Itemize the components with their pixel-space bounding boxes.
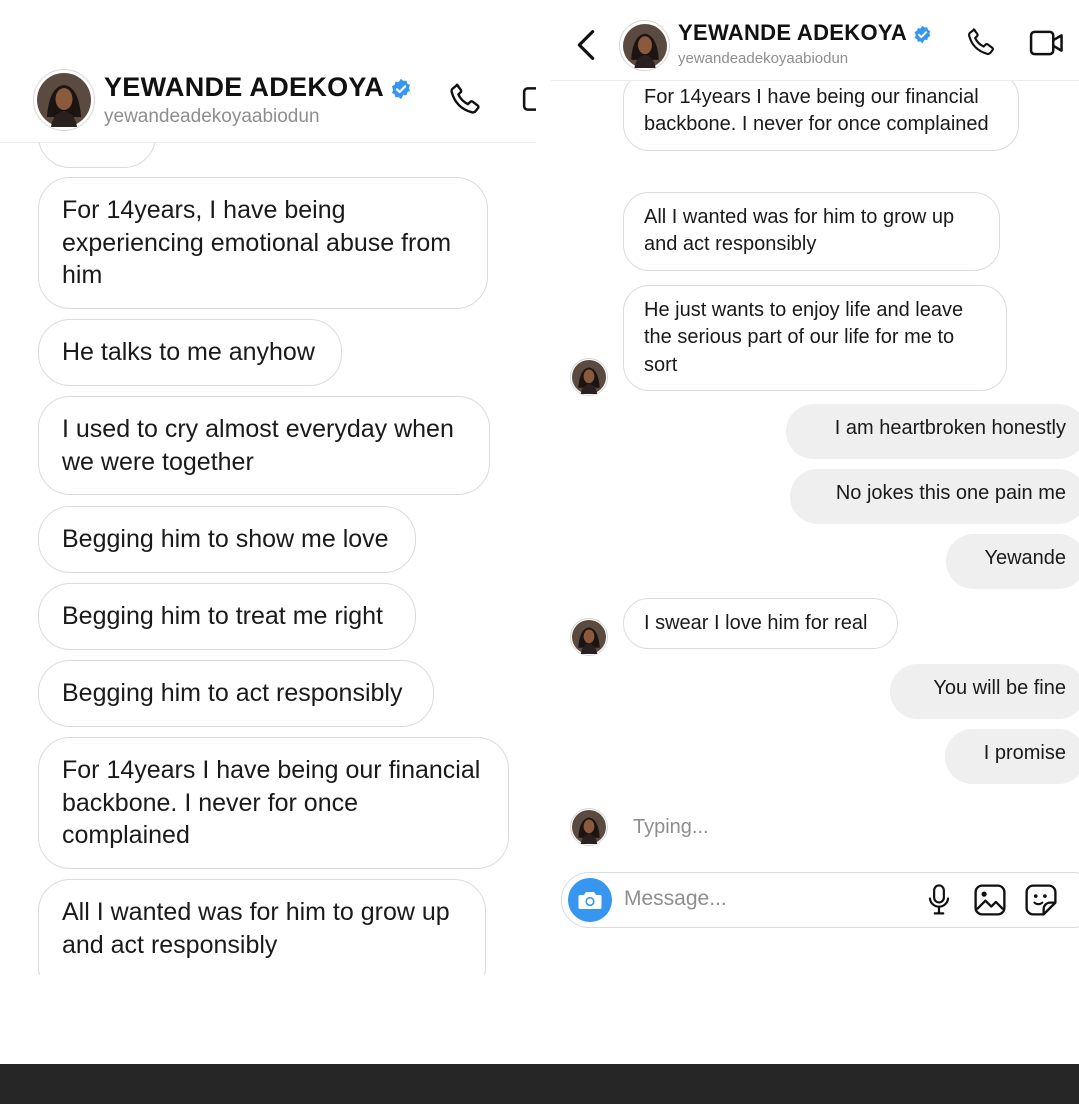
message-input[interactable]: Message... — [624, 887, 727, 911]
microphone-icon[interactable] — [926, 883, 952, 917]
right-chat-screenshot: YEWANDE ADEKOYA yewandeadekoyaabiodun Fo… — [551, 0, 1079, 960]
message-bubble-incoming: I swear I love him for real — [623, 598, 898, 650]
message-bubble: He talks to me anyhow — [38, 319, 342, 386]
message-bubble-incoming: All I wanted was for him to grow up and … — [623, 192, 1000, 271]
message-bubble: All I wanted was for him to grow up and … — [38, 879, 486, 975]
message-bubble: Begging him to show me love — [38, 506, 416, 573]
sticker-icon[interactable] — [1024, 883, 1058, 917]
chat-header: YEWANDE ADEKOYA yewandeadekoyaabiodun — [0, 0, 536, 143]
message-bubble-incoming: For 14years I have being our financial b… — [623, 72, 1019, 151]
sender-avatar — [570, 358, 608, 396]
camera-button[interactable] — [568, 878, 612, 922]
profile-photo-icon — [572, 810, 606, 844]
message-bubble-outgoing: You will be fine — [890, 664, 1079, 719]
video-camera-icon[interactable] — [521, 82, 536, 116]
verified-badge-icon — [914, 25, 931, 43]
message-bubble-outgoing: Yewande — [946, 534, 1079, 589]
profile-photo-icon — [572, 360, 606, 394]
contact-username: yewandeadekoyaabiodun — [104, 106, 320, 127]
message-bubble-outgoing: No jokes this one pain me — [790, 469, 1079, 524]
contact-username: yewandeadekoyaabiodun — [678, 50, 849, 67]
phone-icon[interactable] — [965, 26, 997, 58]
message-bubble: Begging him to act responsibly — [38, 660, 434, 727]
sender-avatar — [570, 808, 608, 846]
contact-name[interactable]: YEWANDE ADEKOYA — [104, 72, 384, 102]
message-bubble: For 14years I have being our financial b… — [38, 737, 509, 869]
image-icon[interactable] — [973, 883, 1007, 917]
message-bubble: For 14years, I have being experiencing e… — [38, 177, 488, 309]
profile-photo-icon — [37, 73, 91, 127]
profile-photo-icon — [572, 620, 606, 654]
message-bubble-incoming: He just wants to enjoy life and leave th… — [623, 285, 1007, 392]
avatar[interactable] — [33, 69, 95, 131]
message-bubble-outgoing: I promise — [945, 729, 1079, 784]
message-bubble: Begging him to treat me right — [38, 583, 416, 650]
phone-icon[interactable] — [447, 81, 483, 117]
typing-indicator: Typing... — [633, 816, 709, 838]
footer-bar — [0, 1064, 1079, 1104]
message-bubble: I used to cry almost everyday when we we… — [38, 396, 490, 495]
avatar[interactable] — [619, 20, 670, 71]
left-chat-screenshot: YEWANDE ADEKOYA yewandeadekoyaabiodun Fo… — [0, 0, 536, 975]
message-bubble-outgoing: I am heartbroken honestly — [786, 404, 1079, 459]
sender-avatar — [570, 618, 608, 656]
chevron-left-icon[interactable] — [575, 29, 597, 61]
profile-photo-icon — [622, 23, 667, 68]
video-camera-icon[interactable] — [1029, 27, 1065, 59]
camera-icon — [578, 892, 602, 909]
message-composer: Message... — [561, 872, 1079, 928]
verified-badge-icon — [391, 78, 411, 99]
contact-name[interactable]: YEWANDE ADEKOYA — [678, 20, 907, 45]
chat-header: YEWANDE ADEKOYA yewandeadekoyaabiodun — [551, 0, 1079, 81]
